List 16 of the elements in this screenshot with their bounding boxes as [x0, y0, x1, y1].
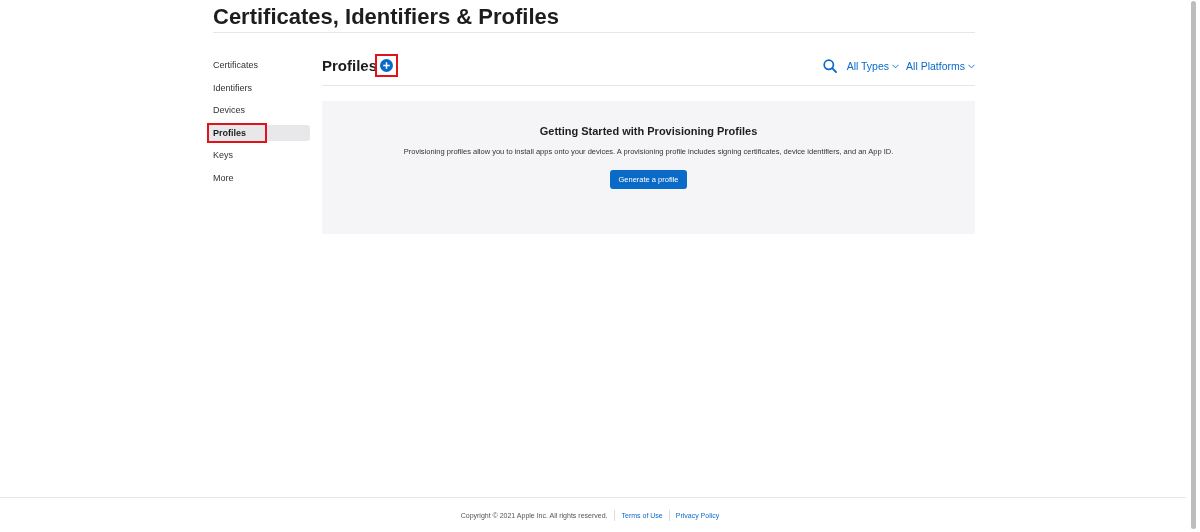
- chevron-down-icon: [892, 64, 900, 69]
- add-icon[interactable]: [380, 59, 394, 72]
- sidebar-item[interactable]: More: [207, 169, 310, 186]
- filter-dropdown[interactable]: All Types: [846, 59, 900, 72]
- sidebar-item[interactable]: Certificates: [207, 57, 310, 74]
- search-icon[interactable]: [822, 58, 837, 73]
- section-title: Profiles: [322, 57, 378, 74]
- filter-dropdown[interactable]: All Platforms: [906, 59, 975, 72]
- sidebar-item[interactable]: Identifiers: [207, 79, 310, 96]
- sidebar-item[interactable]: Devices: [207, 102, 310, 119]
- scrollbar[interactable]: [1191, 1, 1196, 529]
- page-title: Certificates, Identifiers & Profiles: [213, 4, 975, 33]
- empty-state-title: Getting Started with Provisioning Profiles: [539, 125, 758, 137]
- chevron-down-icon: [968, 64, 975, 69]
- sidebar-item[interactable]: Keys: [207, 147, 310, 164]
- sidebar-item[interactable]: Profiles: [207, 124, 310, 141]
